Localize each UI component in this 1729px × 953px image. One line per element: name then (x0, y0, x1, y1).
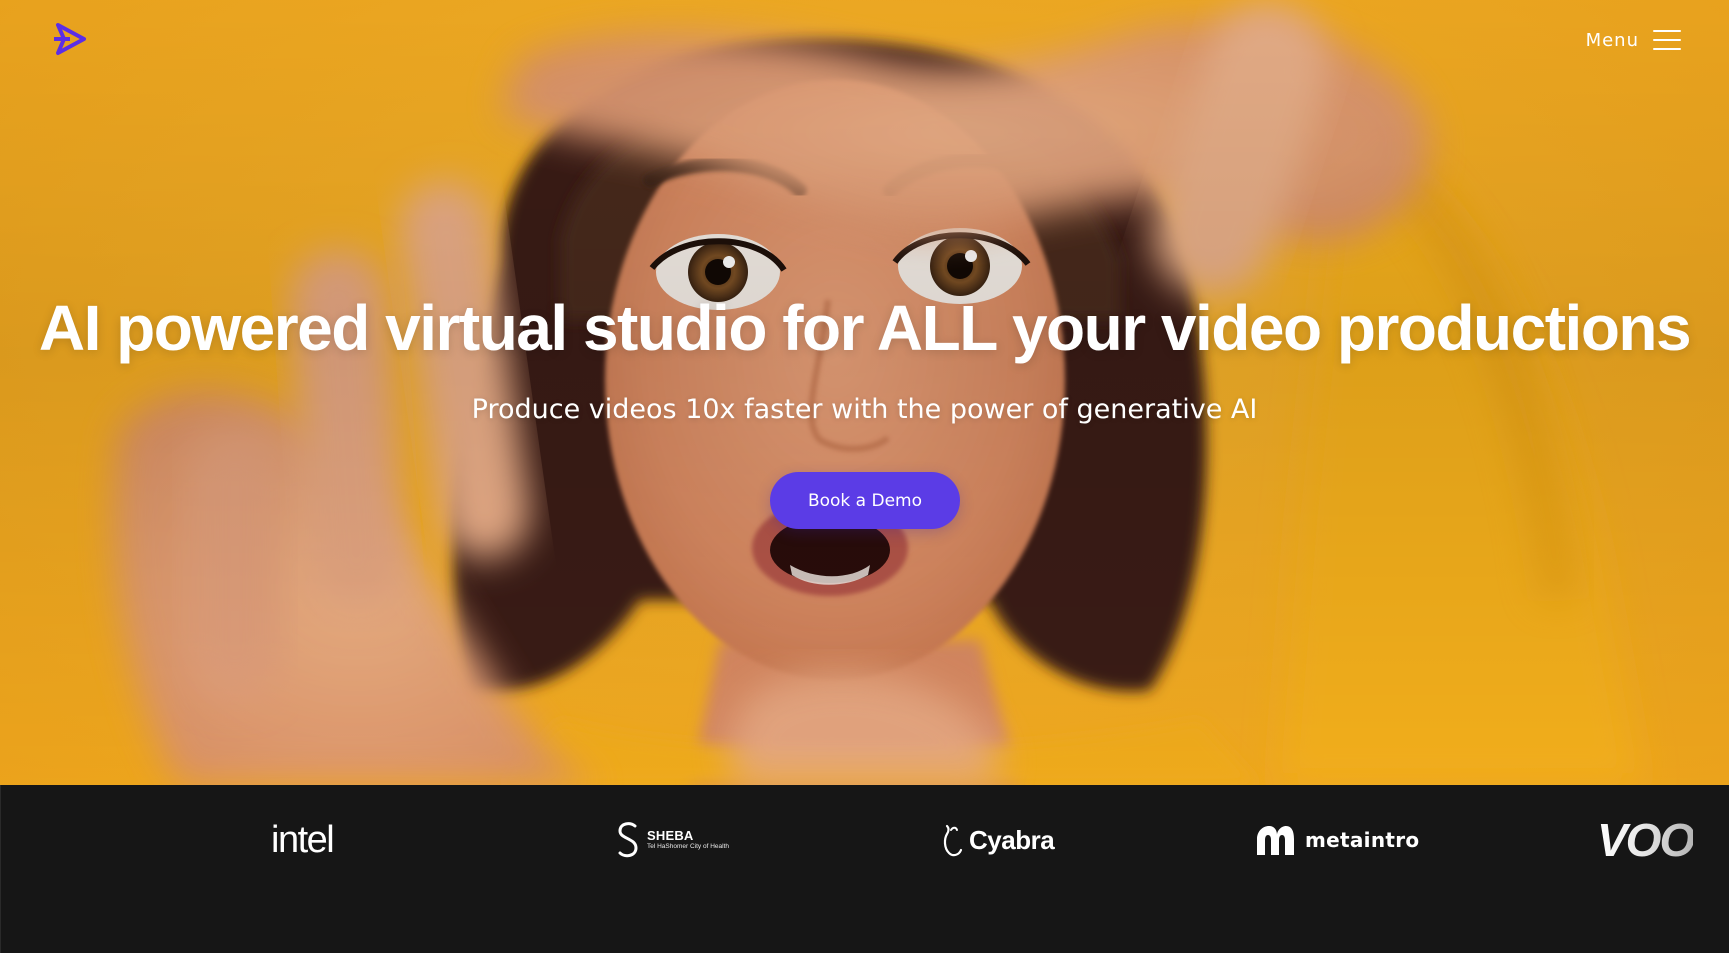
sheba-s-icon (618, 822, 638, 858)
menu-label: Menu (1585, 29, 1639, 51)
client-logos-strip: intel SHEBA Tel HaShomer City of Health … (0, 785, 1729, 953)
client-logo-sheba: SHEBA Tel HaShomer City of Health (615, 815, 729, 865)
hamburger-icon (1653, 30, 1681, 50)
menu-button[interactable]: Menu (1586, 26, 1681, 54)
client-logo-voo: VOO (1597, 814, 1695, 866)
book-demo-button[interactable]: Book a Demo (770, 472, 960, 529)
sheba-logo-subtext: Tel HaShomer City of Health (647, 843, 730, 851)
sheba-logo-text: SHEBA (647, 828, 694, 844)
voo-logo-text: VOO (1597, 814, 1695, 866)
cyabra-owl-icon (943, 824, 963, 857)
intel-logo-text: intel (271, 818, 335, 861)
client-logo-intel: intel (271, 815, 335, 865)
brand-logo-icon[interactable] (54, 22, 88, 56)
hero-subheadline: Produce videos 10x faster with the power… (471, 394, 1258, 425)
hero-headline: AI powered virtual studio for ALL your v… (38, 292, 1692, 364)
client-logo-cyabra: Cyabra (941, 815, 1055, 865)
client-logo-metaintro: metaintro (1253, 815, 1419, 865)
metaintro-m-icon (1257, 826, 1294, 855)
landing-page: Menu AI powered virtual studio for ALL y… (0, 0, 1729, 953)
metaintro-logo-text: metaintro (1305, 828, 1420, 852)
hero-section: Menu AI powered virtual studio for ALL y… (0, 0, 1729, 785)
play-arrow-logo-icon (54, 23, 86, 55)
cyabra-logo-text: Cyabra (969, 824, 1055, 855)
